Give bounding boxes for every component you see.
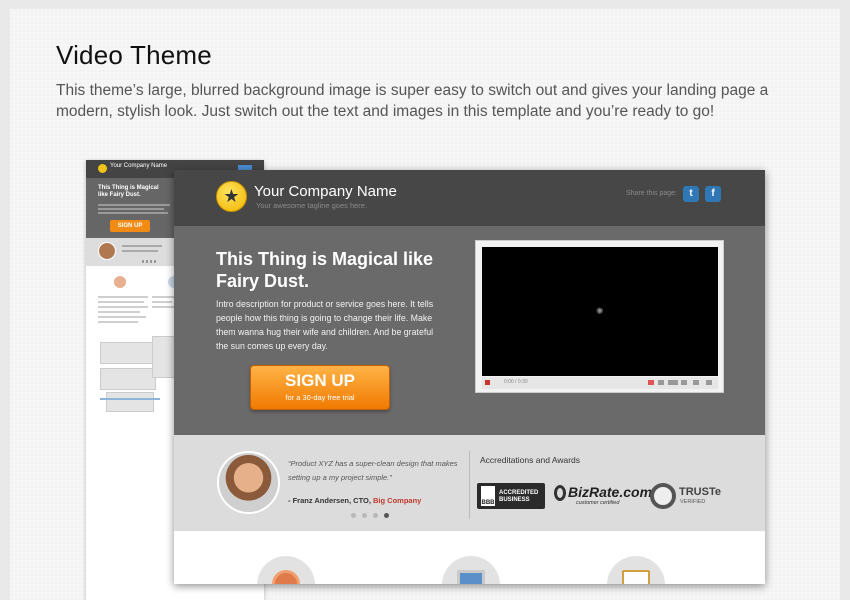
bbb-mark: BBB (481, 486, 495, 506)
carousel-dot[interactable] (362, 513, 367, 518)
awards-title: Accreditations and Awards (480, 455, 581, 465)
mini-link-line (100, 398, 160, 400)
bbb-badge: BBB ACCREDITED BUSINESS (477, 483, 545, 509)
theme-description: This theme’s large, blurred background i… (56, 82, 769, 120)
truste-name: TRUSTe (679, 486, 721, 498)
mini-company-name: Your Company Name (110, 163, 168, 169)
twitter-icon[interactable]: t (683, 186, 699, 202)
video-screen[interactable]: ✺ (482, 247, 718, 376)
theme-heading: Video Theme (56, 40, 212, 70)
star-logo-icon: ★ (216, 181, 247, 212)
carousel-dot[interactable] (373, 513, 378, 518)
preview-header: ★ Your Company Name Your awesome tagline… (174, 170, 765, 226)
carousel-dot-active[interactable] (384, 513, 389, 518)
truste-check-icon (650, 483, 676, 509)
mini-text-line (98, 316, 146, 318)
company-name: Your Company Name (254, 183, 397, 200)
feature-icon-checklist (607, 556, 665, 584)
carousel-dot[interactable] (351, 513, 356, 518)
feature-icon-no-hassle (257, 556, 315, 584)
section-divider (469, 451, 470, 519)
mini-hero-title: This Thing is Magical like Fairy Dust. (98, 185, 159, 198)
video-controls: 0:00 / 0:30 (482, 377, 718, 389)
author-company-link[interactable]: Big Company (373, 496, 421, 505)
truste-sub: VERIFIED (680, 499, 706, 505)
monitor-icon (457, 570, 485, 584)
bizrate-sub: customer certified (576, 500, 620, 506)
testimonial-avatar (217, 451, 280, 514)
bizrate-ribbon-icon (554, 485, 566, 501)
mini-feature-icon (114, 276, 126, 288)
mini-text-line (98, 212, 168, 214)
mini-text-line (98, 321, 138, 323)
mini-screenshot (152, 336, 176, 378)
video-player[interactable]: ✺ 0:00 / 0:30 (475, 240, 724, 393)
bizrate-badge: BizRate.com customer certified (554, 483, 652, 509)
mini-screenshot (100, 342, 156, 364)
play-icon[interactable] (485, 380, 490, 385)
testimonial-section: “Product XYZ has a super-clean design th… (174, 435, 765, 531)
loading-spinner-icon: ✺ (596, 306, 604, 316)
mini-text-line (98, 306, 148, 308)
testimonial-author: - Franz Andersen, CTO, Big Company (288, 496, 421, 505)
quality-icon[interactable] (668, 380, 678, 385)
mini-text-line (152, 306, 174, 308)
mini-text-line (98, 204, 170, 206)
fullscreen-icon[interactable] (706, 380, 712, 385)
company-tagline: Your awesome tagline goes here. (256, 201, 368, 210)
bbb-label: ACCREDITED BUSINESS (499, 490, 539, 503)
volume-icon[interactable] (681, 380, 687, 385)
mini-screenshot (106, 392, 154, 412)
desktop-preview[interactable]: ★ Your Company Name Your awesome tagline… (174, 170, 765, 584)
mini-text-line (122, 250, 158, 252)
mini-text-line (98, 296, 148, 298)
feature-icon-screen (442, 556, 500, 584)
share-label: Share this page: (626, 190, 677, 197)
mini-text-line (122, 245, 162, 247)
hero-section: This Thing is Magical like Fairy Dust. I… (174, 226, 765, 435)
popout-icon[interactable] (693, 380, 699, 385)
mini-carousel-dots (142, 260, 158, 263)
facebook-icon[interactable]: f (705, 186, 721, 202)
checklist-icon (622, 570, 650, 584)
testimonial-quote: “Product XYZ has a super-clean design th… (288, 459, 458, 482)
bizrate-name: BizRate.com (568, 484, 653, 500)
signup-sublabel: for a 30-day free trial (285, 393, 355, 402)
mini-text-line (98, 208, 164, 210)
author-name: - Franz Andersen, CTO, (288, 496, 374, 505)
mini-text-line (152, 301, 172, 303)
mini-signup-button: SIGN UP (110, 220, 150, 232)
mini-avatar (98, 242, 116, 260)
mini-text-line (152, 296, 174, 298)
captions-icon[interactable] (658, 380, 664, 385)
no-symbol-icon (272, 570, 300, 584)
hero-description: Intro description for product or service… (216, 299, 434, 351)
hero-title: This Thing is Magical like Fairy Dust. (216, 249, 434, 291)
signup-button[interactable]: SIGN UP for a 30-day free trial (250, 365, 390, 410)
mini-text-line (98, 301, 144, 303)
truste-badge: TRUSTe VERIFIED (650, 481, 730, 511)
signup-label: SIGN UP (285, 371, 355, 390)
mini-screenshot (100, 368, 156, 390)
youtube-icon[interactable] (648, 380, 654, 385)
mini-star-logo-icon (98, 164, 107, 173)
video-time: 0:00 / 0:30 (504, 379, 528, 385)
mini-text-line (98, 311, 140, 313)
